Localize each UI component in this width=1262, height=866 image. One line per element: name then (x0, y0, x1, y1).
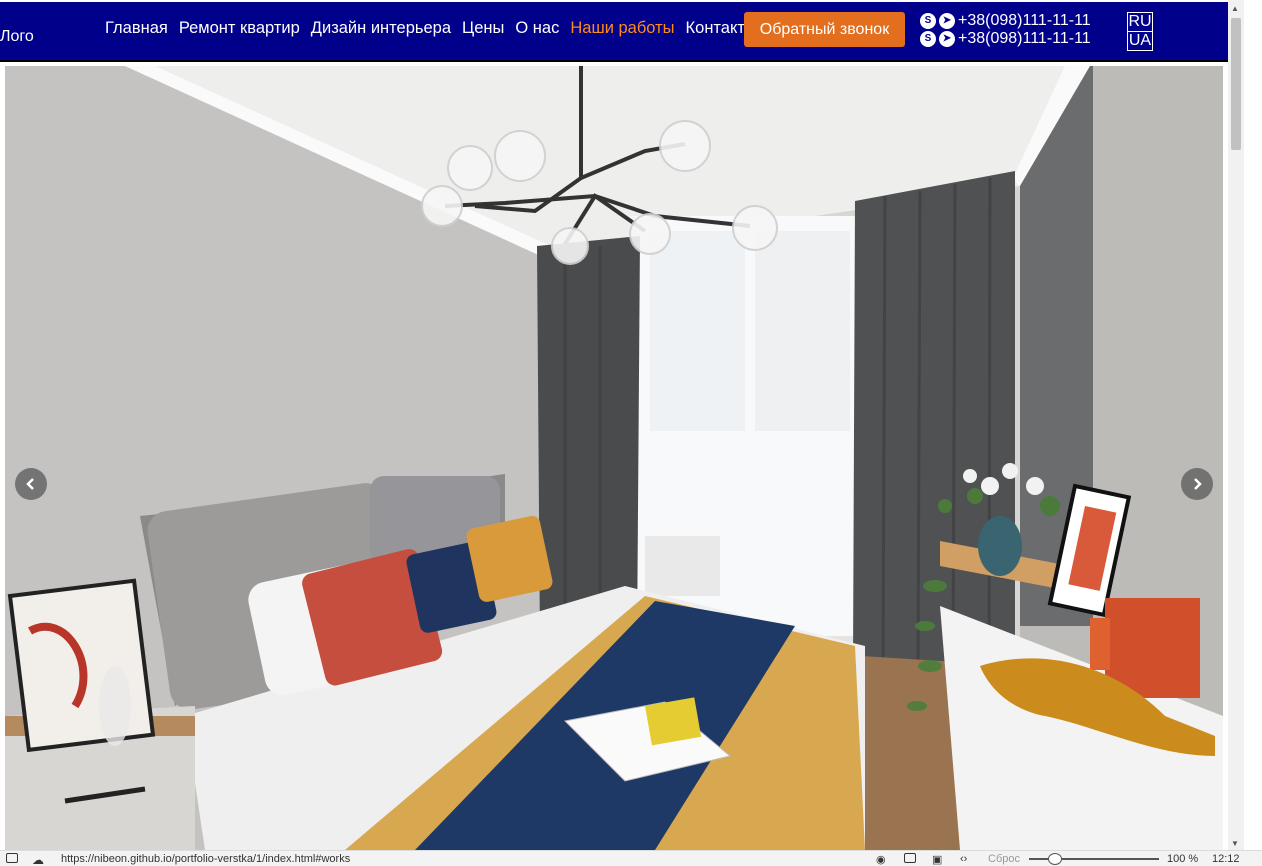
nav-link-home[interactable]: Главная (105, 19, 168, 38)
camera-icon[interactable]: ◉ (876, 853, 886, 866)
scrollbar-thumb[interactable] (1231, 18, 1241, 150)
zoom-level: 100 % (1167, 853, 1199, 865)
nav-link-about[interactable]: О нас (515, 19, 559, 38)
slider-next-button[interactable] (1181, 468, 1213, 500)
phone-number[interactable]: +38(098)111-11-11 (958, 30, 1091, 48)
language-switcher: RU UA (1127, 12, 1153, 51)
status-url: https://nibeon.github.io/portfolio-verst… (61, 853, 351, 865)
phone-row: S ➤ +38(098)111-11-11 (920, 30, 1091, 48)
callback-button[interactable]: Обратный звонок (744, 12, 905, 47)
lang-ua-link[interactable]: UA (1128, 31, 1152, 50)
zoom-slider-handle[interactable] (1048, 853, 1062, 865)
window-icon[interactable] (904, 853, 916, 866)
chevron-right-icon (1194, 478, 1202, 490)
clock: 12:12 (1212, 853, 1240, 865)
code-icon[interactable]: ‹› (960, 853, 967, 865)
nav-link-prices[interactable]: Цены (462, 19, 504, 38)
lang-ru-link[interactable]: RU (1128, 13, 1152, 31)
scroll-up-arrow-icon[interactable]: ▲ (1231, 4, 1239, 13)
logo[interactable]: Лого (0, 28, 34, 46)
skype-icon[interactable]: S (920, 13, 936, 29)
phone-row: S ➤ +38(098)111-11-11 (920, 12, 1091, 30)
site-header: Лого Главная Ремонт квартир Дизайн интер… (0, 2, 1228, 62)
nav-link-renovation[interactable]: Ремонт квартир (179, 19, 300, 38)
zoom-reset-button[interactable]: Сброс (988, 853, 1020, 865)
skype-icon[interactable]: S (920, 31, 936, 47)
slider-prev-button[interactable] (15, 468, 47, 500)
nav-link-interior-design[interactable]: Дизайн интерьера (311, 19, 451, 38)
main-nav: Главная Ремонт квартир Дизайн интерьера … (105, 19, 757, 38)
telegram-icon[interactable]: ➤ (939, 13, 955, 29)
phone-list: S ➤ +38(098)111-11-11 S ➤ +38(098)111-11… (920, 12, 1091, 48)
panel-toggle-icon[interactable] (6, 853, 18, 866)
works-slider (5, 66, 1223, 850)
header-divider (0, 60, 1228, 62)
nav-link-works[interactable]: Наши работы (570, 19, 674, 38)
cloud-icon[interactable]: ☁ (32, 853, 44, 866)
image-icon[interactable]: ▣ (932, 853, 942, 866)
scroll-down-arrow-icon[interactable]: ▼ (1231, 839, 1239, 848)
bedroom-photo (5, 66, 1223, 850)
chevron-left-icon (26, 478, 34, 490)
page-scrollbar[interactable]: ▲ ▼ (1228, 0, 1244, 850)
telegram-icon[interactable]: ➤ (939, 31, 955, 47)
browser-status-bar: ☁ https://nibeon.github.io/portfolio-ver… (0, 850, 1262, 866)
phone-number[interactable]: +38(098)111-11-11 (958, 12, 1091, 30)
